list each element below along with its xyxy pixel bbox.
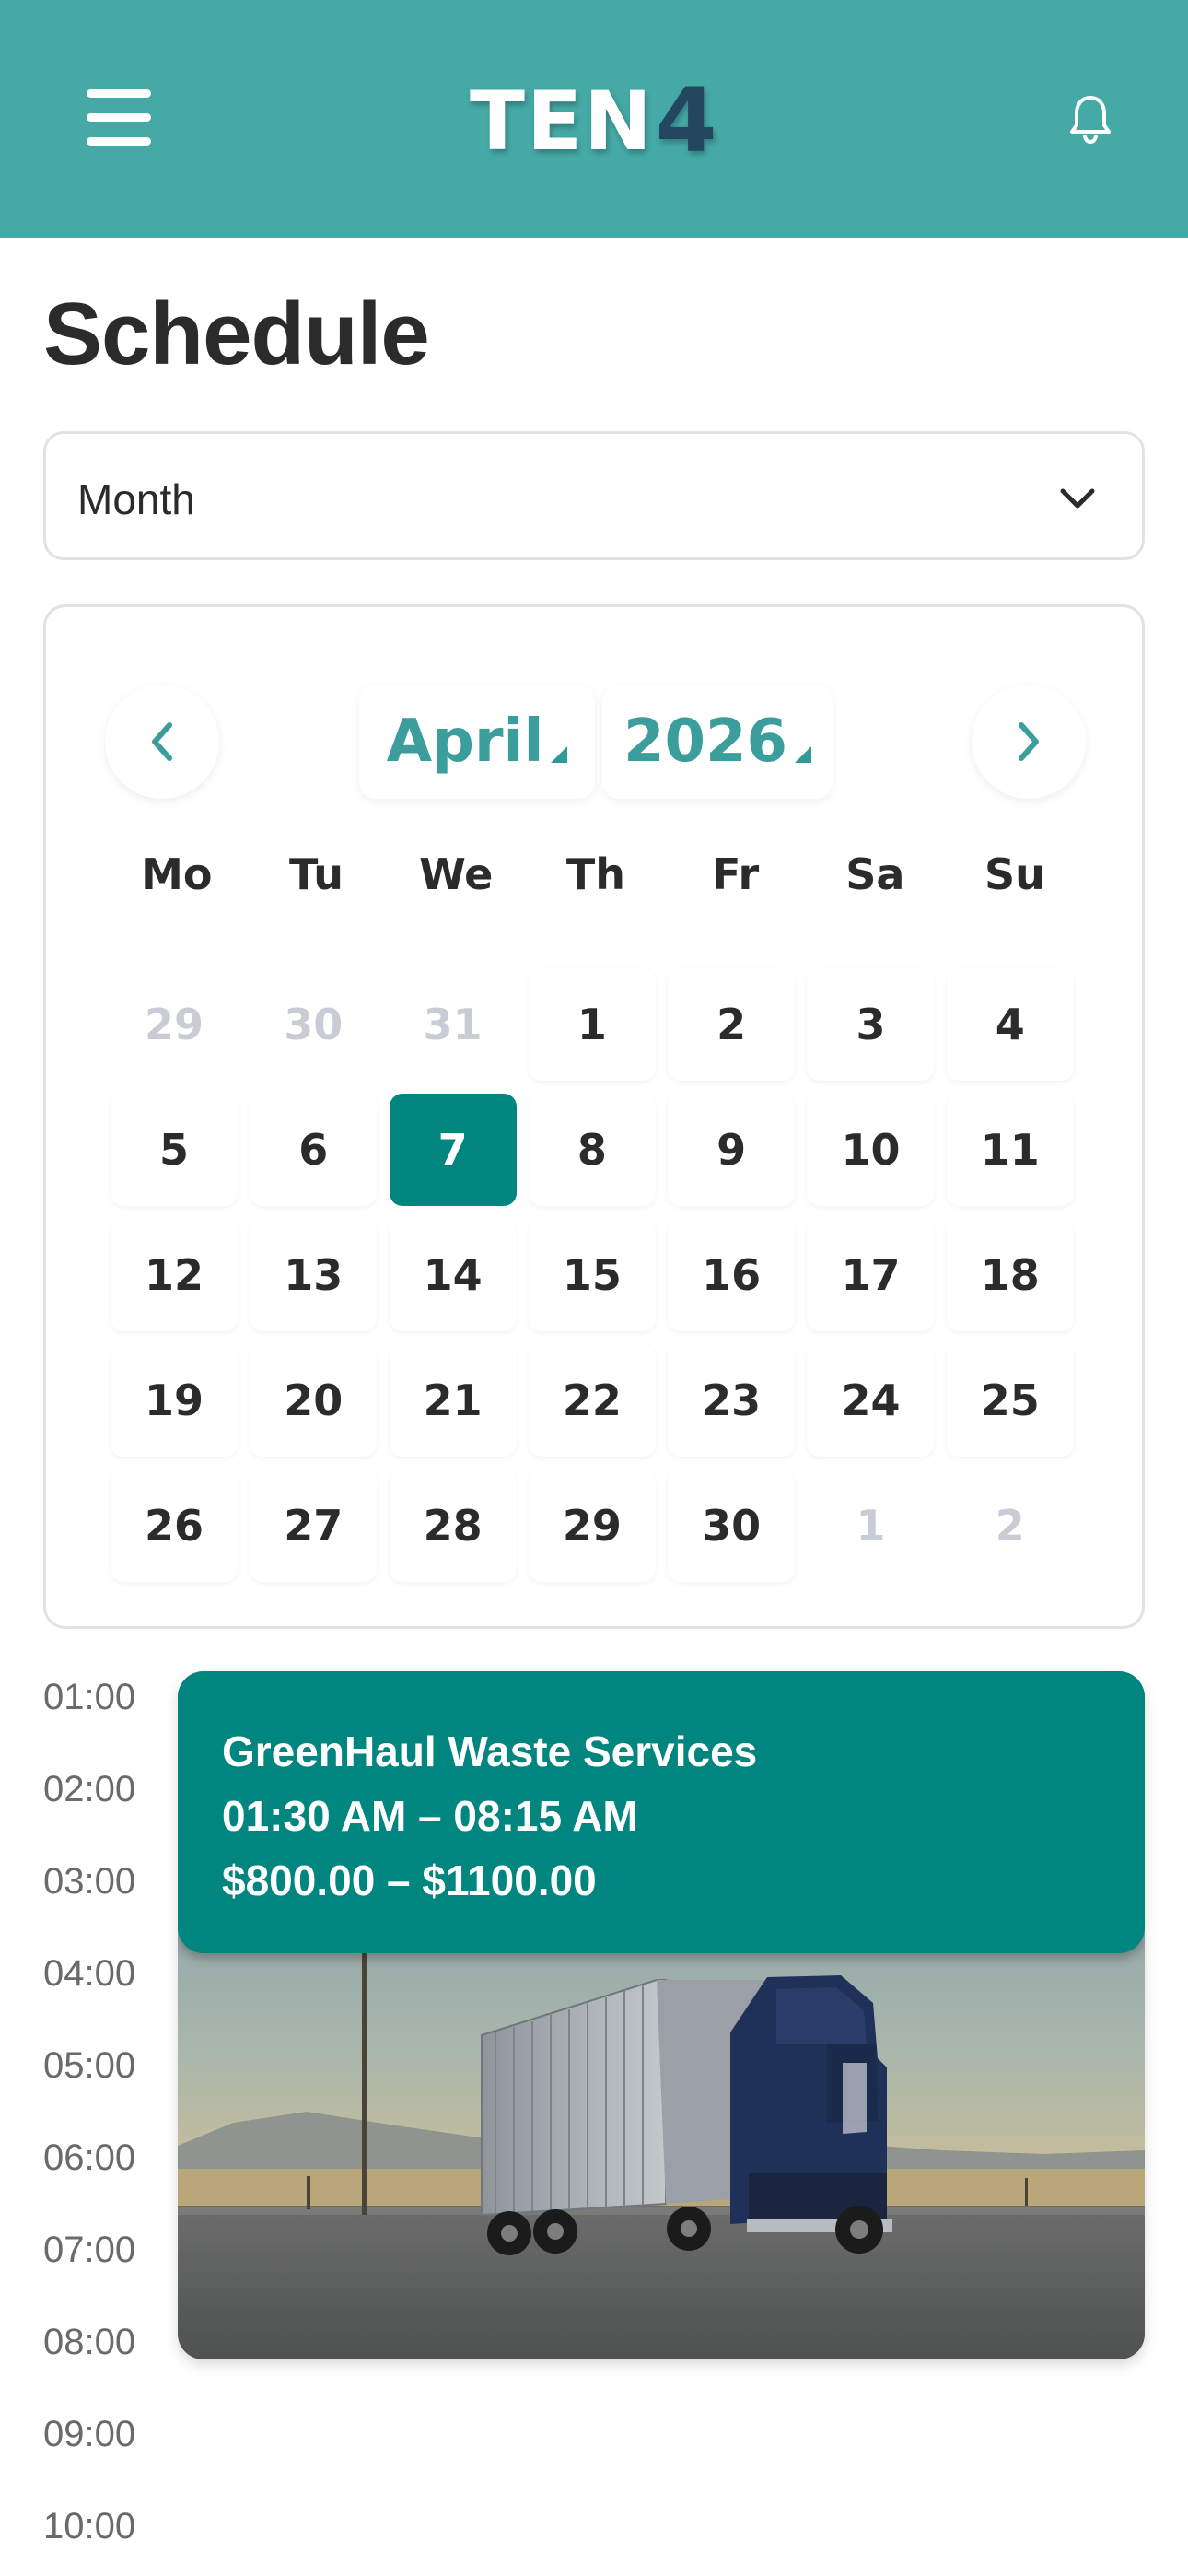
calendar-day[interactable]: 31: [389, 968, 517, 1081]
chevron-down-icon: [1060, 488, 1095, 509]
top-app-bar: TEN 4: [0, 0, 1188, 238]
logo-text: TEN: [470, 73, 654, 169]
schedule-event-card[interactable]: GreenHaul Waste Services 01:30 AM – 08:1…: [178, 1671, 1145, 2359]
calendar-day[interactable]: 14: [389, 1219, 517, 1331]
calendar-day[interactable]: 27: [250, 1469, 378, 1582]
event-details: GreenHaul Waste Services 01:30 AM – 08:1…: [178, 1671, 1145, 1953]
weekday-label: Sa: [845, 849, 905, 899]
calendar-day[interactable]: 21: [389, 1344, 517, 1457]
calendar-day[interactable]: 11: [946, 1094, 1074, 1206]
calendar-day[interactable]: 30: [668, 1469, 796, 1582]
calendar-day[interactable]: 9: [668, 1094, 796, 1206]
ten4-logo: TEN 4: [470, 69, 717, 172]
weekday-label: Su: [984, 849, 1045, 899]
calendar-day[interactable]: 15: [528, 1219, 656, 1331]
calendar-day[interactable]: 6: [250, 1094, 378, 1206]
calendar-day[interactable]: 18: [946, 1219, 1074, 1331]
calendar-day[interactable]: 4: [946, 968, 1074, 1081]
calendar-day[interactable]: 5: [111, 1094, 238, 1206]
calendar-day[interactable]: 10: [807, 1094, 935, 1206]
hour-label: 10:00: [43, 2506, 136, 2547]
calendar-day[interactable]: 1: [807, 1469, 935, 1582]
weekday-label: We: [419, 849, 494, 899]
hour-label: 04:00: [43, 1953, 136, 1994]
bell-icon[interactable]: [1068, 92, 1112, 145]
month-dropdown[interactable]: April: [359, 685, 595, 799]
calendar-day[interactable]: 1: [528, 968, 656, 1081]
month-label: April: [386, 708, 544, 776]
chevron-left-icon: [152, 722, 172, 761]
calendar-day[interactable]: 19: [111, 1344, 238, 1457]
hour-label: 08:00: [43, 2322, 136, 2362]
event-company: GreenHaul Waste Services: [222, 1727, 758, 1775]
calendar-day[interactable]: 2: [946, 1469, 1074, 1582]
month-calendar: April 2026 Mo Tu We Th Fr Sa Su 29 30 31 1 2…: [43, 604, 1145, 1629]
hamburger-menu-icon[interactable]: [87, 89, 151, 146]
dropdown-triangle-icon: [795, 746, 812, 763]
weekday-label: Mo: [141, 849, 213, 899]
dropdown-triangle-icon: [551, 746, 568, 763]
event-time-range: 01:30 AM – 08:15 AM: [222, 1792, 638, 1840]
calendar-day[interactable]: 12: [111, 1219, 238, 1331]
hour-label: 03:00: [43, 1861, 136, 1902]
calendar-day[interactable]: 8: [528, 1094, 656, 1206]
weekday-label: Th: [565, 849, 625, 899]
calendar-day[interactable]: 29: [111, 968, 238, 1081]
weekday-label: Fr: [712, 849, 760, 899]
year-label: 2026: [623, 708, 788, 776]
hour-label: 02:00: [43, 1769, 136, 1809]
calendar-day[interactable]: 25: [946, 1344, 1074, 1457]
calendar-day[interactable]: 30: [250, 968, 378, 1081]
year-dropdown[interactable]: 2026: [602, 685, 833, 799]
calendar-day[interactable]: 2: [668, 968, 796, 1081]
calendar-day[interactable]: 16: [668, 1219, 796, 1331]
logo-accent-text: 4: [655, 69, 717, 172]
calendar-day[interactable]: 20: [250, 1344, 378, 1457]
calendar-day[interactable]: 26: [111, 1469, 238, 1582]
calendar-day[interactable]: 3: [807, 968, 935, 1081]
calendar-day[interactable]: 28: [389, 1469, 517, 1582]
calendar-day[interactable]: 13: [250, 1219, 378, 1331]
view-mode-value: Month: [77, 475, 195, 523]
calendar-day[interactable]: 24: [807, 1344, 935, 1457]
view-mode-select[interactable]: Month: [43, 431, 1145, 560]
hour-label: 09:00: [43, 2414, 136, 2454]
chevron-right-icon: [1019, 722, 1039, 761]
calendar-day[interactable]: 22: [528, 1344, 656, 1457]
calendar-day[interactable]: 29: [528, 1469, 656, 1582]
event-price-range: $800.00 – $1100.00: [222, 1856, 597, 1904]
hour-label: 05:00: [43, 2045, 136, 2086]
hour-label: 01:00: [43, 1677, 136, 1717]
hour-label: 07:00: [43, 2230, 136, 2270]
hour-label: 06:00: [43, 2137, 136, 2178]
day-grid: 29 30 31 1 2 3 4 5 6 7 8 9 10 11 12 13 14 15 16 17 18 19 20 21 2…: [111, 968, 1087, 1582]
calendar-day[interactable]: 17: [807, 1219, 935, 1331]
calendar-day-selected[interactable]: 7: [389, 1094, 517, 1206]
calendar-day[interactable]: 23: [668, 1344, 796, 1457]
page-title: Schedule: [43, 285, 430, 383]
next-month-button[interactable]: [972, 685, 1086, 799]
previous-month-button[interactable]: [105, 685, 219, 799]
weekday-label: Tu: [288, 849, 344, 899]
weekday-header: Mo Tu We Th Fr Sa Su: [107, 837, 1085, 911]
